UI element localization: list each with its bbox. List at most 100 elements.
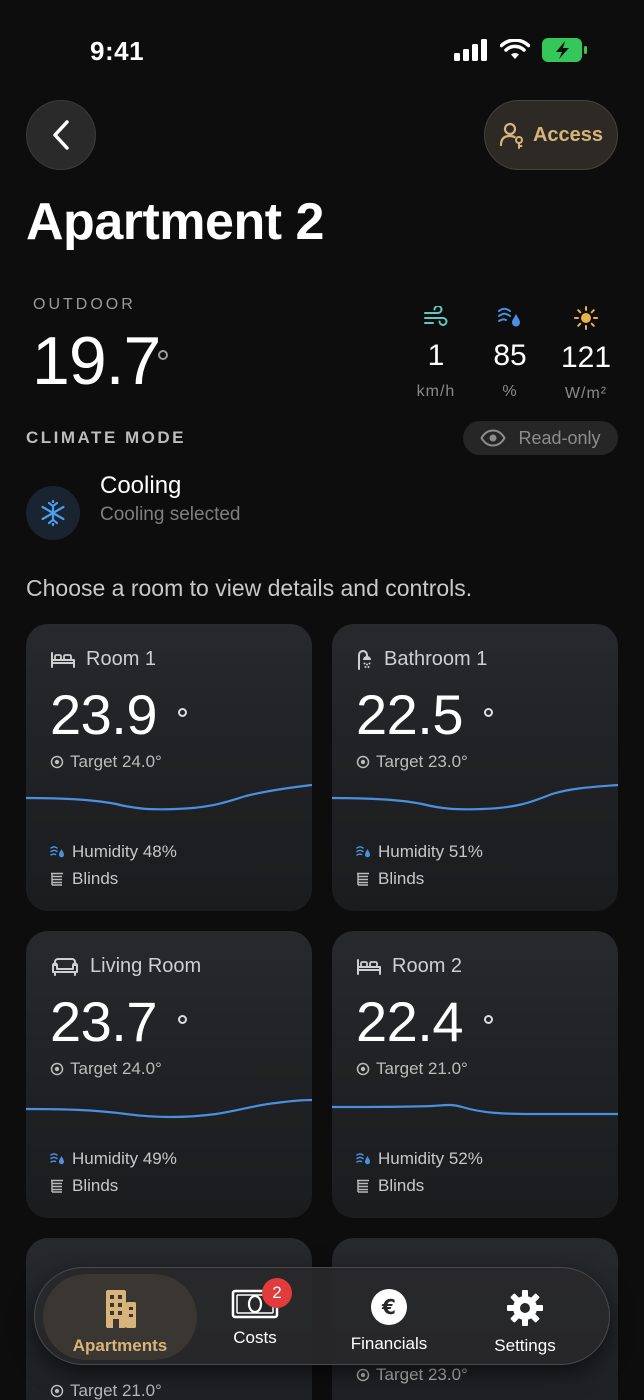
metric-value: 121 [560, 341, 612, 374]
user-key-icon [499, 122, 523, 149]
room-target-label: Target 21.0° [376, 1059, 468, 1078]
room-name-row: Room 2 [356, 955, 462, 978]
sofa-icon [52, 957, 78, 976]
room-blinds[interactable]: Blinds [50, 869, 118, 889]
target-icon [50, 1384, 64, 1398]
target-icon [356, 1062, 370, 1076]
room-target-label: Target 24.0° [70, 752, 162, 771]
room-name: Bathroom 1 [384, 648, 488, 670]
room-blinds-label: Blinds [378, 869, 425, 888]
blinds-icon [357, 1179, 369, 1193]
signal-icon [454, 39, 487, 61]
tab-costs[interactable]: Costs 2 [190, 1274, 320, 1360]
access-button[interactable]: Access [484, 100, 618, 170]
building-icon [106, 1290, 136, 1328]
status-bar: 9:41 [0, 0, 644, 100]
sun-icon [574, 306, 598, 330]
metric-value: 85 [493, 339, 527, 372]
page-title: Apartment 2 [26, 193, 324, 251]
metric-unit: W/m² [564, 385, 608, 402]
bed-icon [357, 958, 381, 975]
snowflake-icon [41, 499, 65, 527]
room-humidity: Humidity 49% [50, 1149, 177, 1169]
room-blinds-label: Blinds [72, 869, 119, 888]
room-humidity: Humidity 51% [356, 842, 483, 862]
room-target: Target 24.0° [50, 752, 162, 772]
eye-icon [480, 429, 507, 447]
access-label: Access [532, 123, 604, 146]
euro-icon: € [371, 1289, 407, 1325]
rooms-hint: Choose a room to view details and contro… [26, 575, 473, 601]
room-card-bathroom-1[interactable]: Bathroom 1 22.5 Target 23.0° Humidity 51… [332, 624, 618, 911]
blinds-icon [51, 1179, 63, 1193]
status-icons [454, 38, 588, 62]
degree-symbol [158, 350, 168, 360]
room-target: Target 21.0° [50, 1381, 162, 1400]
room-card-room-2[interactable]: Room 2 22.4 Target 21.0° Humidity 52% Bl… [332, 931, 618, 1218]
room-humidity: Humidity 52% [356, 1149, 483, 1169]
wind-icon [424, 305, 448, 326]
back-button[interactable] [26, 100, 96, 170]
room-name: Living Room [90, 955, 202, 977]
wifi-icon [500, 39, 530, 59]
tab-apartments[interactable]: Apartments [43, 1274, 197, 1360]
chevron-left-icon [53, 120, 69, 150]
room-target-label: Target 23.0° [376, 1365, 468, 1384]
gear-icon [507, 1290, 543, 1326]
room-temperature: 22.5 [356, 683, 464, 746]
temperature-trend-line [26, 1098, 312, 1119]
room-target-label: Target 21.0° [70, 1381, 162, 1400]
room-target-label: Target 23.0° [376, 752, 468, 771]
shower-icon [358, 649, 371, 670]
tab-label: Settings [494, 1336, 556, 1355]
climate-mode-subtitle: Cooling selected [100, 504, 241, 525]
tab-settings[interactable]: Settings [460, 1274, 590, 1360]
target-icon [356, 1368, 370, 1382]
degree-symbol [178, 1015, 187, 1024]
room-blinds-label: Blinds [378, 1176, 425, 1195]
read-only-label: Read-only [518, 427, 601, 448]
target-icon [50, 755, 64, 769]
target-icon [356, 755, 370, 769]
tab-label: Financials [350, 1334, 428, 1353]
room-blinds[interactable]: Blinds [356, 869, 424, 889]
cooling-mode-icon [26, 486, 80, 540]
metric-unit: km/h [416, 383, 456, 400]
tab-financials[interactable]: € Financials [324, 1274, 454, 1360]
svg-text:€: € [381, 1295, 396, 1319]
outdoor-temperature: 19.7 [32, 323, 161, 399]
temperature-trend-line [26, 783, 312, 811]
climate-mode-title: Cooling [100, 472, 182, 499]
room-humidity-label: Humidity 52% [378, 1149, 483, 1168]
humidity-icon [356, 846, 370, 858]
room-name-row: Bathroom 1 [356, 648, 487, 671]
degree-symbol [178, 708, 187, 717]
temperature-trend-line [332, 783, 618, 811]
room-target: Target 21.0° [356, 1059, 468, 1079]
room-name: Room 1 [86, 648, 157, 670]
tab-label: Costs [233, 1328, 277, 1347]
battery-icon [542, 38, 587, 62]
read-only-badge: Read-only [463, 421, 618, 455]
room-humidity-label: Humidity 48% [72, 842, 177, 861]
humidity-icon [50, 1153, 64, 1165]
room-blinds[interactable]: Blinds [50, 1176, 118, 1196]
humidity-icon [50, 846, 64, 858]
metric-solar: 121 W/m² [551, 306, 621, 403]
room-name-row: Living Room [50, 955, 201, 978]
room-target: Target 23.0° [356, 752, 468, 772]
tab-bar: Apartments Costs 2 € Financials Settings [34, 1267, 610, 1365]
room-blinds[interactable]: Blinds [356, 1176, 424, 1196]
room-humidity-label: Humidity 51% [378, 842, 483, 861]
room-temperature: 23.9 [50, 683, 158, 746]
room-humidity-label: Humidity 49% [72, 1149, 177, 1168]
target-icon [50, 1062, 64, 1076]
bed-icon [51, 651, 75, 668]
status-time: 9:41 [90, 36, 145, 66]
metric-humidity: 85 % [475, 306, 545, 401]
room-target: Target 23.0° [356, 1365, 468, 1385]
room-temperature: 22.4 [356, 990, 464, 1053]
room-card-living-room[interactable]: Living Room 23.7 Target 24.0° Humidity 4… [26, 931, 312, 1218]
room-card-room-1[interactable]: Room 1 23.9 Target 24.0° Humidity 48% Bl… [26, 624, 312, 911]
outdoor-label: OUTDOOR [33, 296, 136, 313]
